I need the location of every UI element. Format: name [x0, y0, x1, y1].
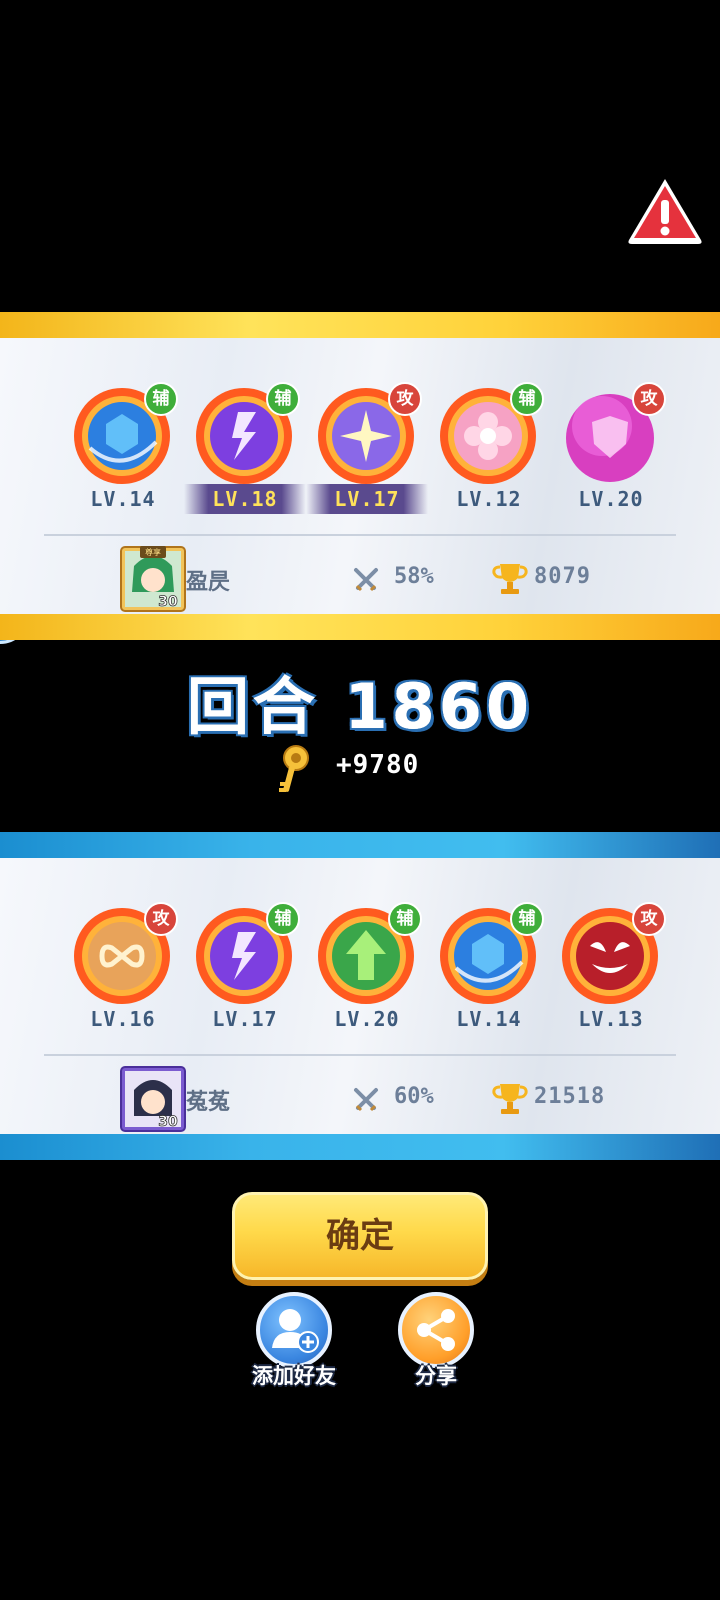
- crossed-swords-icon: [354, 568, 378, 592]
- share-icon: [398, 1292, 474, 1368]
- orb-row: 辅 LV.14 辅 LV.18 攻 LV.17 辅 LV.12 攻 LV.20: [62, 382, 672, 522]
- orb-level: LV.18: [184, 484, 306, 514]
- trophy-count: 8079: [534, 564, 591, 589]
- team-top-panel: 辅 LV.14 辅 LV.18 攻 LV.17 辅 LV.12 攻 LV.20 …: [0, 312, 720, 640]
- avatar-level: 30: [158, 1114, 178, 1130]
- orb-slot[interactable]: 攻 LV.17: [306, 382, 428, 522]
- avatar[interactable]: 30: [120, 1066, 186, 1132]
- divider: [44, 1054, 676, 1056]
- orb-slot[interactable]: 辅 LV.20: [306, 902, 428, 1042]
- avatar-badge: 尊享: [145, 547, 161, 557]
- support-tag: 辅: [510, 382, 544, 416]
- support-tag: 辅: [266, 902, 300, 936]
- attack-tag: 攻: [144, 902, 178, 936]
- player-name: 盈昃: [186, 570, 231, 595]
- divider: [44, 534, 676, 536]
- orb-level: LV.13: [578, 1007, 644, 1031]
- panel-body: 攻 LV.16 辅 LV.17 辅 LV.20 辅 LV.14 攻 LV.13 …: [0, 858, 720, 1134]
- add-friend-icon: [256, 1292, 332, 1368]
- orb-slot[interactable]: 攻 LV.13: [550, 902, 672, 1042]
- attack-tag: 攻: [388, 382, 422, 416]
- player-row: 尊享 30 盈昃 58% 8079: [0, 546, 720, 612]
- support-tag: 辅: [266, 382, 300, 416]
- orb-level: LV.14: [90, 487, 156, 511]
- reward-amount: +9780: [336, 750, 420, 780]
- share-label: 分享: [415, 1364, 457, 1388]
- orb-slot[interactable]: 辅 LV.18: [184, 382, 306, 522]
- player-name: 菟菟: [186, 1090, 231, 1115]
- crossed-swords-icon: [354, 1088, 378, 1112]
- player-row: 30 菟菟 60% 21518: [0, 1066, 720, 1132]
- orb-slot[interactable]: 辅 LV.17: [184, 902, 306, 1042]
- attack-tag: 攻: [632, 382, 666, 416]
- orb-slot[interactable]: 辅 LV.12: [428, 382, 550, 522]
- orb-row: 攻 LV.16 辅 LV.17 辅 LV.20 辅 LV.14 攻 LV.13: [62, 902, 672, 1042]
- panel-top-bar: [0, 832, 720, 858]
- orb-slot[interactable]: 辅 LV.14: [62, 382, 184, 522]
- panel-bottom-bar: [0, 1134, 720, 1160]
- orb-level: LV.20: [578, 487, 644, 511]
- orb-slot[interactable]: 攻 LV.16: [62, 902, 184, 1042]
- add-friend-button[interactable]: 添加好友: [250, 1292, 338, 1388]
- win-rate: 60%: [394, 1084, 434, 1109]
- trophy-icon: [492, 1084, 528, 1114]
- key-icon: [279, 745, 309, 792]
- team-bottom-panel: 攻 LV.16 辅 LV.17 辅 LV.20 辅 LV.14 攻 LV.13 …: [0, 832, 720, 1160]
- support-tag: 辅: [388, 902, 422, 936]
- trophy-count: 21518: [534, 1084, 606, 1109]
- win-rate: 58%: [394, 564, 434, 589]
- orb-level: LV.17: [212, 1007, 278, 1031]
- avatar-level: 30: [158, 594, 178, 610]
- panel-top-bar: [0, 312, 720, 338]
- orb-level: LV.16: [90, 1007, 156, 1031]
- avatar[interactable]: 尊享 30: [120, 546, 186, 612]
- orb-slot[interactable]: 辅 LV.14: [428, 902, 550, 1042]
- panel-bottom-bar: [0, 614, 720, 640]
- add-friend-label: 添加好友: [252, 1364, 336, 1388]
- orb-level: LV.14: [456, 1007, 522, 1031]
- confirm-button[interactable]: 确定: [232, 1192, 488, 1280]
- orb-level: LV.17: [306, 484, 428, 514]
- support-tag: 辅: [144, 382, 178, 416]
- orb-level: LV.20: [334, 1007, 400, 1031]
- trophy-icon: [492, 564, 528, 594]
- orb-level: LV.12: [456, 487, 522, 511]
- share-button[interactable]: 分享: [392, 1292, 480, 1388]
- attack-tag: 攻: [632, 902, 666, 936]
- round-title: 回合 1860: [186, 670, 534, 743]
- warning-icon[interactable]: [626, 176, 704, 246]
- panel-body: 辅 LV.14 辅 LV.18 攻 LV.17 辅 LV.12 攻 LV.20 …: [0, 338, 720, 614]
- support-tag: 辅: [510, 902, 544, 936]
- orb-slot[interactable]: 攻 LV.20: [550, 382, 672, 522]
